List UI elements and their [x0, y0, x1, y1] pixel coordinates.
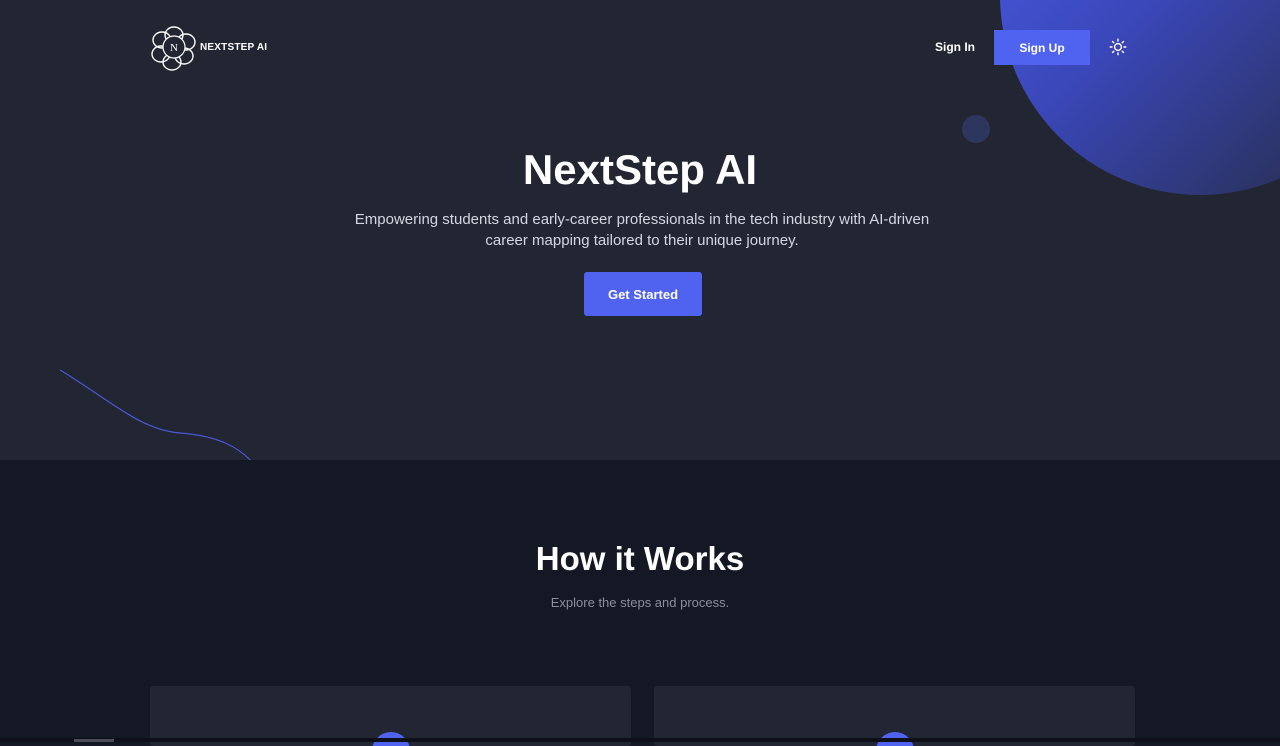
step-card	[654, 686, 1135, 746]
sign-in-link[interactable]: Sign In	[924, 30, 986, 64]
step-card	[150, 686, 631, 746]
section-subtitle: Explore the steps and process.	[550, 595, 730, 610]
theme-toggle-button[interactable]	[1106, 35, 1130, 59]
logo-icon: N	[151, 26, 196, 71]
how-it-works-section: How it Works Explore the steps and proce…	[0, 460, 1280, 746]
section-title: How it Works	[535, 540, 745, 577]
decorative-curve	[59, 369, 252, 460]
hero-subtitle: Empowering students and early-career pro…	[354, 211, 930, 249]
sign-up-button[interactable]: Sign Up	[994, 30, 1090, 65]
horizontal-scrollbar[interactable]	[0, 738, 1280, 742]
hero-title: NextStep AI	[522, 146, 758, 193]
logo-link[interactable]: N NEXTSTEP AI	[148, 20, 267, 74]
decorative-circle-small	[962, 115, 990, 143]
site-header: N NEXTSTEP AI Sign In Sign Up	[0, 0, 1280, 94]
sun-icon	[1109, 38, 1127, 56]
logo-text: NEXTSTEP AI	[200, 41, 268, 53]
get-started-button[interactable]: Get Started	[584, 272, 702, 316]
logo-letter: N	[170, 42, 178, 54]
hero-section: N NEXTSTEP AI Sign In Sign Up NextStep A…	[0, 0, 1280, 460]
